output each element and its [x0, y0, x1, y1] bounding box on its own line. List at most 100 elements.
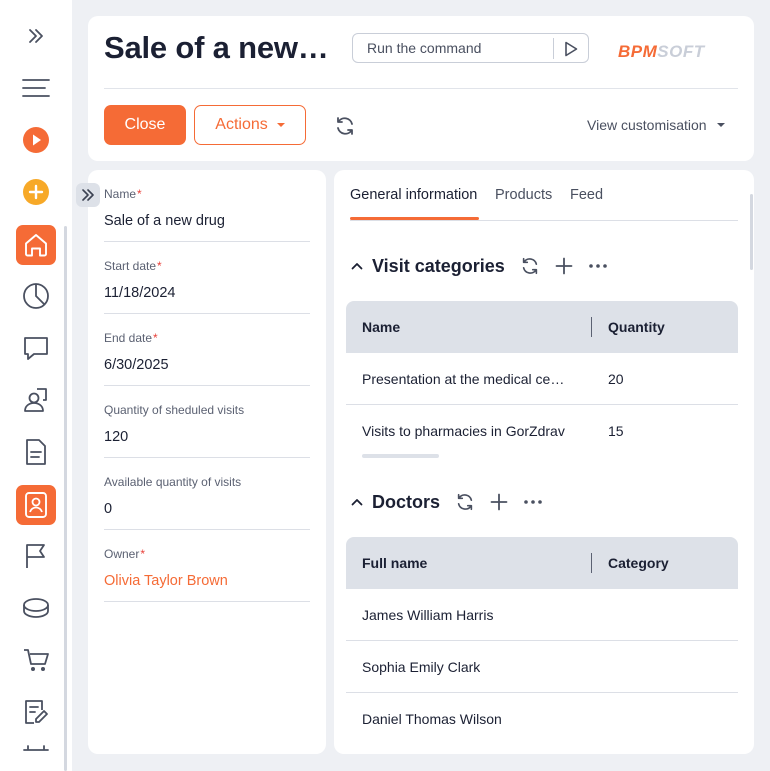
- nav-more[interactable]: [14, 740, 58, 771]
- nav-chats[interactable]: [14, 326, 58, 370]
- column-header-name[interactable]: Name: [362, 319, 400, 335]
- collapse-panel-button[interactable]: [76, 183, 100, 207]
- column-header-quantity[interactable]: Quantity: [608, 319, 665, 335]
- tab-products[interactable]: Products: [495, 187, 552, 203]
- doctors-grid: Full name Category James William Harris …: [346, 537, 738, 745]
- nav-campaigns[interactable]: [14, 534, 58, 578]
- field-value: 0: [104, 501, 113, 517]
- field-start-date[interactable]: Start date* 11/18/2024: [104, 242, 310, 314]
- nav-home[interactable]: [16, 225, 56, 265]
- column-divider[interactable]: [591, 553, 592, 573]
- field-value: 11/18/2024: [104, 285, 176, 301]
- add-record-button[interactable]: [553, 255, 575, 277]
- run-process-button[interactable]: [14, 118, 58, 162]
- actions-button[interactable]: Actions: [194, 105, 306, 145]
- database-icon: [23, 598, 49, 618]
- refresh-section-button[interactable]: [454, 491, 476, 513]
- more-dots-icon: [588, 264, 607, 268]
- field-label: Start date: [104, 259, 157, 273]
- nav-contacts[interactable]: [14, 378, 58, 422]
- doctors-header: Doctors: [350, 491, 548, 513]
- page-title: Sale of a new…: [104, 30, 329, 65]
- field-label: Available quantity of visits: [104, 475, 242, 489]
- grid-horizontal-scrollbar[interactable]: [362, 454, 439, 458]
- command-input[interactable]: [367, 39, 547, 57]
- refresh-section-button[interactable]: [519, 255, 541, 277]
- table-row[interactable]: Visits to pharmacies in GorZdrav 15: [346, 405, 738, 457]
- actions-label: Actions: [215, 116, 268, 133]
- nav-contact-card[interactable]: [16, 485, 56, 525]
- field-label: End date: [104, 331, 153, 345]
- document-icon: [26, 439, 46, 465]
- close-button[interactable]: Close: [104, 105, 186, 145]
- tab-bar: General information Products Feed: [350, 170, 738, 221]
- run-process-icon: [23, 127, 49, 153]
- cart-icon: [24, 649, 49, 671]
- left-sidebar: [0, 0, 72, 771]
- details-scrollbar[interactable]: [750, 194, 753, 270]
- command-divider: [553, 38, 554, 59]
- expand-icon: [29, 29, 43, 43]
- column-header-category[interactable]: Category: [608, 555, 669, 571]
- required-marker: *: [140, 547, 146, 561]
- required-marker: *: [153, 331, 158, 345]
- plus-icon: [490, 493, 508, 511]
- grid-header: Full name Category: [346, 537, 738, 589]
- edit-note-icon: [25, 700, 48, 724]
- field-label: Quantity of sheduled visits: [104, 403, 245, 417]
- cell-name: Visits to pharmacies in GorZdrav: [362, 423, 565, 439]
- field-scheduled-visits[interactable]: Quantity of sheduled visits 120: [104, 386, 310, 458]
- run-command-button[interactable]: [559, 38, 583, 60]
- column-header-full-name[interactable]: Full name: [362, 555, 427, 571]
- field-value: 6/30/2025: [104, 357, 169, 373]
- plus-icon: [555, 257, 573, 275]
- nav-notes[interactable]: [14, 690, 58, 734]
- nav-dashboards[interactable]: [14, 274, 58, 318]
- section-title: Visit categories: [372, 255, 505, 276]
- add-record-button[interactable]: [488, 491, 510, 513]
- column-divider[interactable]: [591, 317, 592, 337]
- quick-add-button[interactable]: [14, 170, 58, 214]
- table-row[interactable]: James William Harris: [346, 589, 738, 641]
- collapse-section-button[interactable]: [350, 495, 364, 509]
- field-name[interactable]: Name* Sale of a new drug: [104, 170, 310, 242]
- nav-orders[interactable]: [14, 638, 58, 682]
- nav-documents[interactable]: [14, 430, 58, 474]
- table-row[interactable]: Presentation at the medical ce… 20: [346, 353, 738, 405]
- header-divider: [104, 88, 738, 89]
- expand-sidebar-button[interactable]: [14, 14, 58, 58]
- nav-database[interactable]: [14, 586, 58, 630]
- page-header: Sale of a new… BPMSOFT Close Actions Vie…: [88, 16, 754, 161]
- details-panel: General information Products Feed Visit …: [334, 170, 754, 754]
- cell-full-name: Sophia Emily Clark: [362, 659, 481, 675]
- contacts-icon: [24, 388, 47, 412]
- field-value: 120: [104, 429, 129, 445]
- refresh-icon: [457, 493, 473, 511]
- chevron-up-icon: [351, 499, 363, 506]
- visit-categories-header: Visit categories: [350, 255, 613, 277]
- caret-down-icon: [716, 123, 725, 127]
- double-chevron-icon: [82, 189, 94, 201]
- more-options-button[interactable]: [587, 255, 609, 277]
- tab-general-information[interactable]: General information: [350, 187, 477, 203]
- refresh-button[interactable]: [333, 114, 357, 138]
- chat-icon: [24, 337, 48, 360]
- record-fields-panel: Name* Sale of a new drug Start date* 11/…: [88, 170, 326, 754]
- cell-quantity: 20: [608, 371, 624, 387]
- owner-link[interactable]: Olivia Taylor Brown: [104, 573, 228, 589]
- main-menu-button[interactable]: [14, 66, 58, 110]
- view-customisation-dropdown[interactable]: View customisation: [587, 117, 725, 133]
- tab-feed[interactable]: Feed: [570, 187, 603, 203]
- field-available-visits[interactable]: Available quantity of visits 0: [104, 458, 310, 530]
- active-tab-indicator: [350, 217, 479, 220]
- field-end-date[interactable]: End date* 6/30/2025: [104, 314, 310, 386]
- more-options-button[interactable]: [522, 491, 544, 513]
- refresh-icon: [337, 117, 353, 135]
- field-label: Owner: [104, 547, 140, 561]
- sidebar-scrollbar[interactable]: [64, 226, 67, 771]
- field-owner[interactable]: Owner* Olivia Taylor Brown: [104, 530, 310, 602]
- home-icon: [25, 234, 47, 257]
- table-row[interactable]: Sophia Emily Clark: [346, 641, 738, 693]
- collapse-section-button[interactable]: [350, 259, 364, 273]
- table-row[interactable]: Daniel Thomas Wilson: [346, 693, 738, 745]
